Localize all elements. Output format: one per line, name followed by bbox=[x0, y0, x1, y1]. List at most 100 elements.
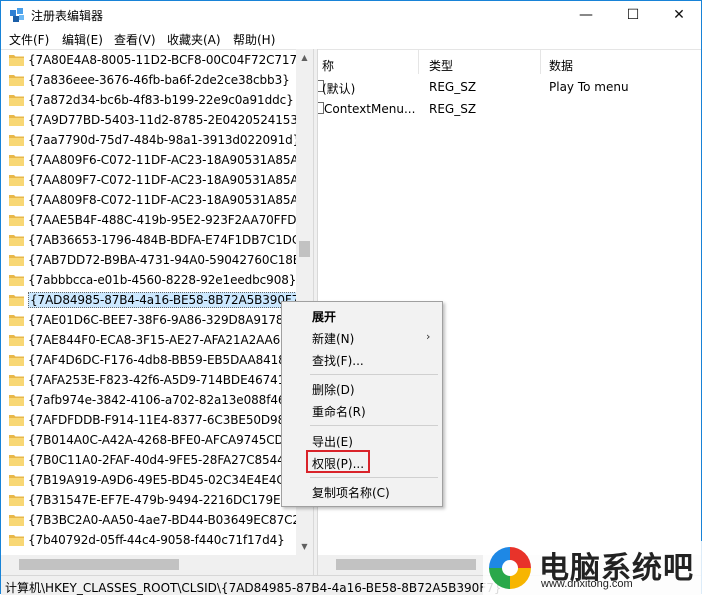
context-item-rename[interactable]: 重命名(R) bbox=[282, 399, 442, 421]
tree-item-label: {7AA809F8-C072-11DF-AC23-18A90531A85A} bbox=[28, 193, 297, 207]
column-type-header[interactable]: 类型 bbox=[429, 57, 453, 74]
folder-icon bbox=[9, 495, 24, 506]
tree-hscroll-thumb[interactable] bbox=[19, 559, 179, 570]
tree-item[interactable]: {7AFA253E-F823-42f6-A5D9-714BDE467412} bbox=[1, 370, 297, 390]
context-item-find[interactable]: 查找(F)... bbox=[282, 348, 442, 370]
tree-item-label: {7B0C11A0-2FAF-40d4-9FE5-28FA27C85442} bbox=[28, 453, 297, 467]
folder-icon bbox=[9, 535, 24, 546]
folder-icon bbox=[9, 355, 24, 366]
current-key-path[interactable]: 计算机\HKEY_CLASSES_ROOT\CLSID\{7AD84985-87… bbox=[5, 579, 502, 596]
tree-item-selected[interactable]: {7AD84985-87B4-4a16-BE58-8B72A5B390F7} bbox=[1, 290, 297, 310]
maximize-icon: ☐ bbox=[626, 7, 640, 23]
list-hscroll-thumb[interactable] bbox=[336, 559, 476, 570]
tree-item[interactable]: {7B0C11A0-2FAF-40d4-9FE5-28FA27C85442} bbox=[1, 450, 297, 470]
tree-item[interactable]: {7B3BC2A0-AA50-4ae7-BD44-B03649EC87C2} bbox=[1, 510, 297, 530]
value-row-data: Play To menu bbox=[549, 80, 629, 94]
tree-item[interactable]: {7B19A919-A9D6-49E5-BD45-02C34E4E4CD5} bbox=[1, 470, 297, 490]
tree-item-label: {7AA809F6-C072-11DF-AC23-18A90531A85A} bbox=[28, 153, 297, 167]
tree-item[interactable]: {7AB7DD72-B9BA-4731-94A0-59042760C18B} bbox=[1, 250, 297, 270]
context-item-expand[interactable]: 展开 bbox=[282, 304, 442, 326]
maximize-button[interactable]: ☐ bbox=[610, 1, 656, 29]
context-item-label: 查找(F)... bbox=[312, 354, 364, 368]
tree-item-label: {7AB36653-1796-484B-BDFA-E74F1DB7C1DC} bbox=[28, 233, 297, 247]
minimize-button[interactable]: — bbox=[563, 1, 609, 29]
tree-item-label: {7AE01D6C-BEE7-38F6-9A86-329D8A917803} bbox=[28, 313, 297, 327]
value-row-type: REG_SZ bbox=[429, 80, 477, 94]
tree-scroll-thumb[interactable] bbox=[299, 241, 310, 257]
tree-item[interactable]: {7AAE5B4F-488C-419b-95E2-923F2AA70FFD} bbox=[1, 210, 297, 230]
menu-file[interactable]: 文件(F) bbox=[9, 31, 49, 48]
close-button[interactable]: ✕ bbox=[656, 1, 702, 29]
tree-horizontal-scrollbar[interactable] bbox=[1, 555, 313, 575]
folder-icon bbox=[9, 315, 24, 326]
tree-item[interactable]: {7AE01D6C-BEE7-38F6-9A86-329D8A917803} bbox=[1, 310, 297, 330]
folder-icon bbox=[9, 295, 24, 306]
tree-item[interactable]: {7A80E4A8-8005-11D2-BCF8-00C04F72C717} bbox=[1, 50, 297, 70]
column-separator[interactable] bbox=[418, 50, 419, 74]
context-item-export[interactable]: 导出(E) bbox=[282, 429, 442, 451]
value-row-name[interactable]: ContextMenu... bbox=[324, 102, 415, 116]
folder-icon bbox=[9, 255, 24, 266]
tree-item[interactable]: {7afb974e-3842-4106-a702-82a13e088f46} bbox=[1, 390, 297, 410]
tree-item[interactable]: {7AF4D6DC-F176-4db8-BB59-EB5DAA841845} bbox=[1, 350, 297, 370]
watermark-url: www.dnxitong.com bbox=[541, 578, 633, 590]
tree-item[interactable]: {7abbbcca-e01b-4560-8228-92e1eedbc908} bbox=[1, 270, 297, 290]
folder-icon bbox=[9, 335, 24, 346]
tree-item[interactable]: {7AB36653-1796-484B-BDFA-E74F1DB7C1DC} bbox=[1, 230, 297, 250]
menu-separator bbox=[310, 374, 438, 375]
tree-item[interactable]: {7AA809F8-C072-11DF-AC23-18A90531A85A} bbox=[1, 190, 297, 210]
watermark: 电脑系统吧 www.dnxitong.com bbox=[483, 541, 702, 595]
tree-item[interactable]: {7AE844F0-ECA8-3F15-AE27-AFA21A2AA6F8} bbox=[1, 330, 297, 350]
value-row-type: REG_SZ bbox=[429, 102, 477, 116]
value-row-name[interactable]: (默认) bbox=[322, 80, 355, 97]
tree-item[interactable]: {7AFDFDDB-F914-11E4-8377-6C3BE50D980C} bbox=[1, 410, 297, 430]
tree-item-label: {7AA809F7-C072-11DF-AC23-18A90531A85A} bbox=[28, 173, 297, 187]
context-item-copy-key-name[interactable]: 复制项名称(C) bbox=[282, 480, 442, 502]
title-bar[interactable]: 注册表编辑器 — ☐ ✕ bbox=[1, 1, 701, 29]
folder-icon bbox=[9, 375, 24, 386]
context-item-label: 复制项名称(C) bbox=[312, 486, 390, 500]
tree-item[interactable]: {7B014A0C-A42A-4268-BFE0-AFCA9745CD5E} bbox=[1, 430, 297, 450]
menu-view[interactable]: 查看(V) bbox=[114, 31, 156, 48]
tree-item-label: {7B19A919-A9D6-49E5-BD45-02C34E4E4CD5} bbox=[28, 473, 297, 487]
folder-icon bbox=[9, 475, 24, 486]
column-name-header[interactable]: 称 bbox=[322, 57, 334, 74]
key-tree[interactable]: {7A80E4A8-8005-11D2-BCF8-00C04F72C717} {7… bbox=[1, 49, 313, 575]
tree-item[interactable]: {7a872d34-bc6b-4f83-b199-22e9c0a91ddc} bbox=[1, 90, 297, 110]
column-data-header[interactable]: 数据 bbox=[549, 57, 573, 74]
tree-item-label: {7AFDFDDB-F914-11E4-8377-6C3BE50D980C} bbox=[28, 413, 297, 427]
menu-help[interactable]: 帮助(H) bbox=[233, 31, 275, 48]
tree-item[interactable]: {7AA809F6-C072-11DF-AC23-18A90531A85A} bbox=[1, 150, 297, 170]
folder-icon bbox=[9, 195, 24, 206]
menu-favorites[interactable]: 收藏夹(A) bbox=[167, 31, 221, 48]
tree-item-label: {7A9D77BD-5403-11d2-8785-2E0420524153} bbox=[28, 113, 297, 127]
scroll-down-icon[interactable]: ▼ bbox=[296, 538, 313, 555]
context-item-label: 导出(E) bbox=[312, 435, 353, 449]
scroll-up-icon[interactable]: ▲ bbox=[296, 49, 313, 66]
context-item-new[interactable]: 新建(N) › bbox=[282, 326, 442, 348]
tree-item[interactable]: {7B31547E-EF7E-479b-9494-2216DC179E61} bbox=[1, 490, 297, 510]
tree-item-label: {7AAE5B4F-488C-419b-95E2-923F2AA70FFD} bbox=[28, 213, 297, 227]
column-separator[interactable] bbox=[540, 50, 541, 74]
brand-logo-icon bbox=[489, 547, 531, 589]
tree-item[interactable]: {7A9D77BD-5403-11d2-8785-2E0420524153} bbox=[1, 110, 297, 130]
registry-editor-window: 注册表编辑器 — ☐ ✕ 文件(F) 编辑(E) 查看(V) 收藏夹(A) 帮助… bbox=[0, 0, 702, 596]
tree-item[interactable]: {7AA809F7-C072-11DF-AC23-18A90531A85A} bbox=[1, 170, 297, 190]
tree-item-label: {7A80E4A8-8005-11D2-BCF8-00C04F72C717} bbox=[28, 53, 297, 67]
folder-icon bbox=[9, 115, 24, 126]
tree-item[interactable]: {7b40792d-05ff-44c4-9058-f440c71f17d4} bbox=[1, 530, 297, 550]
menu-separator bbox=[310, 477, 438, 478]
tree-item-label: {7AD84985-87B4-4a16-BE58-8B72A5B390F7} bbox=[28, 292, 297, 308]
context-item-delete[interactable]: 删除(D) bbox=[282, 377, 442, 399]
context-item-label: 新建(N) bbox=[312, 332, 355, 346]
tree-item-label: {7abbbcca-e01b-4560-8228-92e1eedbc908} bbox=[28, 273, 297, 287]
menu-edit[interactable]: 编辑(E) bbox=[62, 31, 103, 48]
tree-item-label: {7AF4D6DC-F176-4db8-BB59-EB5DAA841845} bbox=[28, 353, 297, 367]
folder-icon bbox=[9, 135, 24, 146]
context-menu: 展开 新建(N) › 查找(F)... 删除(D) 重命名(R) 导出(E) 权… bbox=[281, 301, 443, 507]
tree-item[interactable]: {7aa7790d-75d7-484b-98a1-3913d022091d} bbox=[1, 130, 297, 150]
tree-item-label: {7B31547E-EF7E-479b-9494-2216DC179E61} bbox=[28, 493, 297, 507]
tree-item[interactable]: {7a836eee-3676-46fb-ba6f-2de2ce38cbb3} bbox=[1, 70, 297, 90]
folder-icon bbox=[9, 155, 24, 166]
tree-item-label: {7aa7790d-75d7-484b-98a1-3913d022091d} bbox=[28, 133, 297, 147]
